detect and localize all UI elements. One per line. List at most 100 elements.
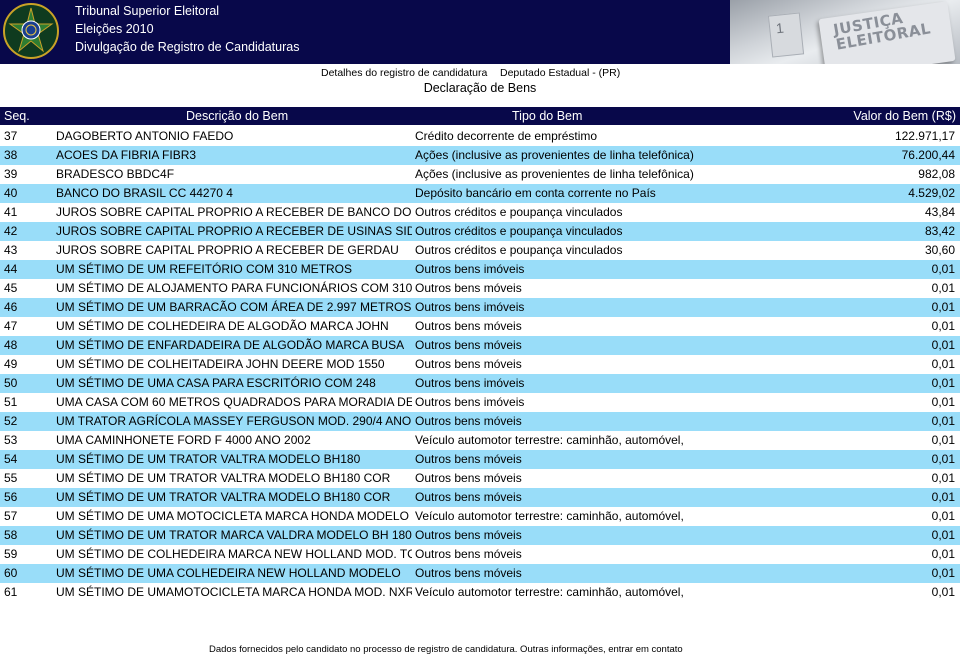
table-row: 37 DAGOBERTO ANTONIO FAEDO Crédito decorre… xyxy=(0,127,960,146)
cell-tipo: Outros bens móveis xyxy=(415,452,522,466)
cell-desc: DAGOBERTO ANTONIO FAEDO xyxy=(56,129,234,143)
cell-valor: 122.971,17 xyxy=(894,129,955,143)
cell-seq: 47 xyxy=(4,319,18,333)
cell-seq: 50 xyxy=(4,376,18,390)
cell-tipo: Outros bens imóveis xyxy=(415,262,525,276)
cell-valor: 0,01 xyxy=(931,376,955,390)
table-row: 47 UM SÉTIMO DE COLHEDEIRA DE ALGODÃO MAR… xyxy=(0,317,960,336)
cell-valor: 4.529,02 xyxy=(908,186,955,200)
ballot-number: 1 xyxy=(775,19,785,37)
cell-tipo: Veículo automotor terrestre: caminhão, a… xyxy=(415,509,684,523)
table-row: 54 UM SÉTIMO DE UM TRATOR VALTRA MODELO B… xyxy=(0,450,960,469)
table-row: 59 UM SÉTIMO DE COLHEDEIRA MARCA NEW HOLL… xyxy=(0,545,960,564)
cell-desc: UM SÉTIMO DE COLHEDEIRA DE ALGODÃO MARCA… xyxy=(56,319,389,333)
table-row: 50 UM SÉTIMO DE UMA CASA PARA ESCRITÓRIO … xyxy=(0,374,960,393)
table-row: 45 UM SÉTIMO DE ALOJAMENTO PARA FUNCIONÁR… xyxy=(0,279,960,298)
cell-valor: 0,01 xyxy=(931,585,955,599)
table-row: 56 UM SÉTIMO DE UM TRATOR VALTRA MODELO B… xyxy=(0,488,960,507)
table-row: 53 UMA CAMINHONETE FORD F 4000 ANO 2002 Ve… xyxy=(0,431,960,450)
cell-valor: 0,01 xyxy=(931,433,955,447)
ballot-slot xyxy=(767,12,805,58)
table-row: 55 UM SÉTIMO DE UM TRATOR VALTRA MODELO B… xyxy=(0,469,960,488)
table-row: 41 JUROS SOBRE CAPITAL PROPRIO A RECEBER … xyxy=(0,203,960,222)
cell-desc: UM SÉTIMO DE UMA COLHEDEIRA NEW HOLLAND … xyxy=(56,566,401,580)
cell-desc: UM SÉTIMO DE UM REFEITÓRIO COM 310 METRO… xyxy=(56,262,353,276)
cell-valor: 0,01 xyxy=(931,566,955,580)
cell-valor: 982,08 xyxy=(918,167,955,181)
details-label: Detalhes do registro de candidatura xyxy=(321,67,488,79)
table-row: 46 UM SÉTIMO DE UM BARRACÃO COM ÁREA DE 2… xyxy=(0,298,960,317)
cell-desc: UM SÉTIMO DE UM TRATOR VALTRA MODELO BH1… xyxy=(56,452,361,466)
table-row: 48 UM SÉTIMO DE ENFARDADEIRA DE ALGODÃO M… xyxy=(0,336,960,355)
banner-photo: 1 JUSTIÇA ELEITORAL xyxy=(730,0,960,64)
election-name: Eleições 2010 xyxy=(75,22,154,36)
cell-valor: 0,01 xyxy=(931,547,955,561)
cell-desc: UM SÉTIMO DE ENFARDADEIRA DE ALGODÃO MAR… xyxy=(56,338,405,352)
cell-desc: JUROS SOBRE CAPITAL PROPRIO A RECEBER DE… xyxy=(56,243,399,257)
cell-desc: UMA CASA COM 60 METROS QUADRADOS PARA MO… xyxy=(56,395,412,409)
cell-desc: JUROS SOBRE CAPITAL PROPRIO A RECEBER DE… xyxy=(56,224,412,238)
footer-note: Dados fornecidos pelo candidato no proce… xyxy=(209,644,683,655)
cell-desc: UM SÉTIMO DE COLHEDEIRA MARCA NEW HOLLAN… xyxy=(56,547,412,561)
cell-seq: 52 xyxy=(4,414,18,428)
cell-valor: 0,01 xyxy=(931,414,955,428)
cell-seq: 37 xyxy=(4,129,18,143)
cell-valor: 0,01 xyxy=(931,471,955,485)
cell-tipo: Outros bens móveis xyxy=(415,319,522,333)
cell-seq: 43 xyxy=(4,243,18,257)
col-seq-header: Seq. xyxy=(4,109,30,123)
cell-seq: 40 xyxy=(4,186,18,200)
cell-tipo: Crédito decorrente de empréstimo xyxy=(415,129,598,143)
cell-desc: UM TRATOR AGRÍCOLA MASSEY FERGUSON MOD. … xyxy=(56,414,412,428)
cell-tipo: Outros bens móveis xyxy=(415,528,522,542)
cell-seq: 55 xyxy=(4,471,18,485)
cell-valor: 0,01 xyxy=(931,319,955,333)
office-label: Deputado Estadual - (PR) xyxy=(500,67,621,79)
cell-valor: 0,01 xyxy=(931,300,955,314)
cell-tipo: Outros bens móveis xyxy=(415,547,522,561)
cell-tipo: Outros bens imóveis xyxy=(415,300,525,314)
cell-desc: UM SÉTIMO DE UM TRATOR VALTRA MODELO BH1… xyxy=(56,471,391,485)
cell-tipo: Depósito bancário em conta corrente no P… xyxy=(415,186,656,200)
court-name: Tribunal Superior Eleitoral xyxy=(75,4,220,18)
cell-valor: 0,01 xyxy=(931,395,955,409)
cell-seq: 59 xyxy=(4,547,18,561)
table-row: 57 UM SÉTIMO DE UMA MOTOCICLETA MARCA HON… xyxy=(0,507,960,526)
cell-valor: 83,42 xyxy=(924,224,955,238)
cell-seq: 51 xyxy=(4,395,18,409)
cell-tipo: Outros bens móveis xyxy=(415,281,522,295)
table-row: 40 BANCO DO BRASIL CC 44270 4 Depósito ban… xyxy=(0,184,960,203)
cell-desc: BANCO DO BRASIL CC 44270 4 xyxy=(56,186,233,200)
cell-valor: 43,84 xyxy=(924,205,955,219)
cell-tipo: Ações (inclusive as provenientes de linh… xyxy=(415,148,694,162)
cell-desc: UM SÉTIMO DE COLHEITADEIRA JOHN DEERE MO… xyxy=(56,357,385,371)
cell-desc: UM SÉTIMO DE UMAMOTOCICLETA MARCA HONDA … xyxy=(56,585,412,599)
footer: Dados fornecidos pelo candidato no proce… xyxy=(0,644,960,656)
assets-table: 37 DAGOBERTO ANTONIO FAEDO Crédito decorre… xyxy=(0,127,960,602)
cell-valor: 0,01 xyxy=(931,357,955,371)
cell-seq: 45 xyxy=(4,281,18,295)
cell-seq: 39 xyxy=(4,167,18,181)
cell-seq: 49 xyxy=(4,357,18,371)
cell-desc: UM SÉTIMO DE UM TRATOR MARCA VALDRA MODE… xyxy=(56,528,412,542)
cell-tipo: Outros bens imóveis xyxy=(415,376,525,390)
cell-tipo: Outros bens móveis xyxy=(415,471,522,485)
cell-seq: 56 xyxy=(4,490,18,504)
cell-seq: 60 xyxy=(4,566,18,580)
cell-seq: 46 xyxy=(4,300,18,314)
cell-tipo: Outros bens móveis xyxy=(415,566,522,580)
cell-tipo: Outros bens imóveis xyxy=(415,395,525,409)
cell-tipo: Veículo automotor terrestre: caminhão, a… xyxy=(415,433,684,447)
page-title: Declaração de Bens xyxy=(423,81,537,95)
cell-seq: 57 xyxy=(4,509,18,523)
table-row: 51 UMA CASA COM 60 METROS QUADRADOS PARA … xyxy=(0,393,960,412)
cell-tipo: Ações (inclusive as provenientes de linh… xyxy=(415,167,694,181)
cell-valor: 0,01 xyxy=(931,452,955,466)
header-banner: Tribunal Superior Eleitoral Eleições 201… xyxy=(0,0,960,64)
cell-desc: UM SÉTIMO DE ALOJAMENTO PARA FUNCIONÁRIO… xyxy=(56,281,412,295)
cell-seq: 38 xyxy=(4,148,18,162)
cell-tipo: Outros créditos e poupança vinculados xyxy=(415,224,623,238)
col-desc-header: Descrição do Bem xyxy=(186,109,289,123)
cell-tipo: Outros créditos e poupança vinculados xyxy=(415,205,623,219)
table-row: 42 JUROS SOBRE CAPITAL PROPRIO A RECEBER … xyxy=(0,222,960,241)
